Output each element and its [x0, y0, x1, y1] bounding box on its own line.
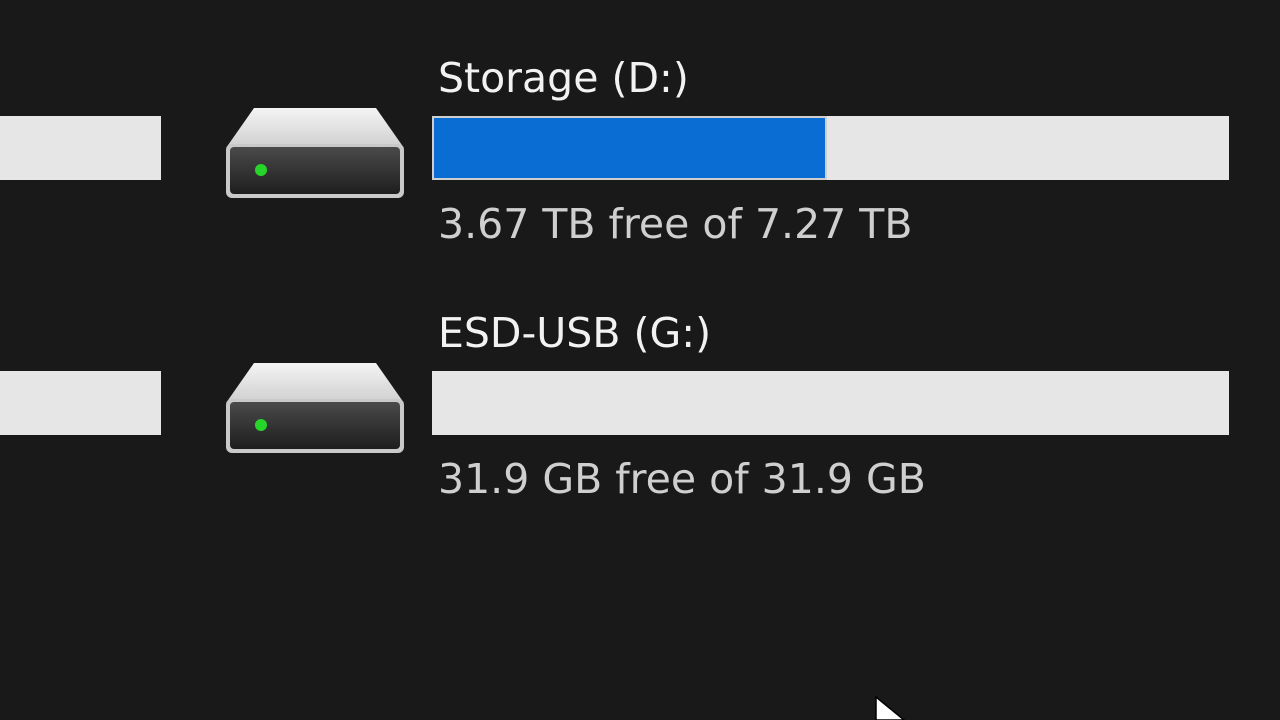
drive-free-space: 31.9 GB free of 31.9 GB: [438, 455, 926, 503]
drive-usage-bar: [432, 116, 1229, 180]
mouse-pointer-icon: [875, 696, 906, 720]
drive-tile-storage[interactable]: Storage (D:) 3.67 TB free of 7.27 TB: [0, 50, 1280, 250]
drive-usage-fill: [432, 116, 827, 180]
drive-tile-esd-usb[interactable]: ESD-USB (G:) 31.9 GB free of 31.9 GB: [0, 305, 1280, 505]
drive-usage-bar: [432, 371, 1229, 435]
drive-free-space: 3.67 TB free of 7.27 TB: [438, 200, 913, 248]
drives-view: Storage (D:) 3.67 TB free of 7.27 TB ESD…: [0, 0, 1280, 720]
adjacent-drive-usage-bar: [0, 371, 161, 435]
drive-name: ESD-USB (G:): [438, 309, 712, 357]
drive-activity-led: [255, 164, 267, 176]
hard-drive-icon: [226, 363, 404, 453]
hard-drive-icon: [226, 108, 404, 198]
drive-name: Storage (D:): [438, 54, 689, 102]
drive-activity-led: [255, 419, 267, 431]
adjacent-drive-usage-bar: [0, 116, 161, 180]
